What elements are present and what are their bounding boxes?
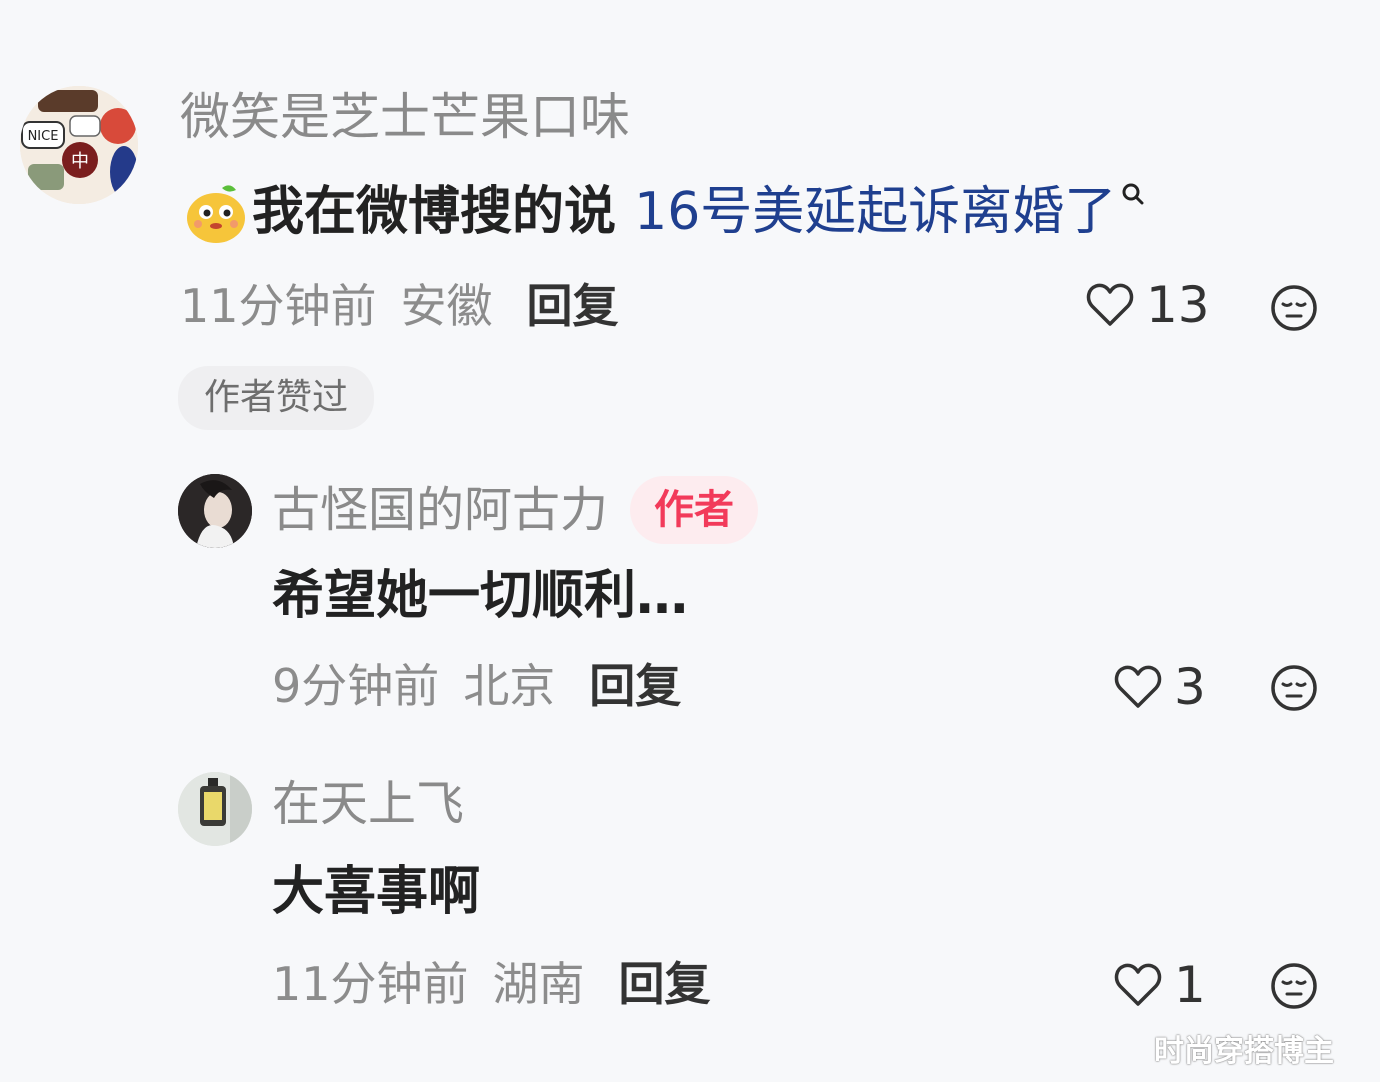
author-liked-badge: 作者赞过 xyxy=(178,366,375,430)
search-keyword-link[interactable]: 16号美延起诉离婚了 xyxy=(634,186,1116,238)
comment-location: 北京 xyxy=(463,659,556,713)
heart-outline-icon xyxy=(1086,283,1134,326)
reply-button[interactable]: 回复 xyxy=(589,663,681,709)
dislike-button[interactable] xyxy=(1270,962,1318,1014)
author-tag: 作者 xyxy=(630,476,759,544)
heart-outline-icon xyxy=(1114,665,1162,708)
avatar-sticker-text: NICE xyxy=(28,129,59,144)
dislike-button[interactable] xyxy=(1270,284,1318,336)
comment-meta: 11分钟前 安徽 回复 xyxy=(180,283,619,329)
comment-content: 我在微博搜的说 16号美延起诉离婚了 xyxy=(186,180,1146,244)
like-button[interactable]: 13 xyxy=(1086,280,1210,330)
comment-meta: 9分钟前 北京 回复 xyxy=(272,663,681,709)
avatar-sticker-text: 中 xyxy=(71,151,89,172)
neutral-face-icon xyxy=(1271,285,1317,331)
like-button[interactable]: 1 xyxy=(1114,960,1206,1010)
lamp-avatar-icon xyxy=(178,772,252,846)
avatar[interactable] xyxy=(178,474,252,548)
comment-time: 11分钟前 xyxy=(180,279,377,333)
like-count: 1 xyxy=(1174,956,1206,1014)
comment-text: 我在微博搜的说 xyxy=(252,182,635,242)
portrait-avatar-icon xyxy=(178,474,252,548)
like-button[interactable]: 3 xyxy=(1114,662,1206,712)
comment-text: 希望她一切顺利… xyxy=(272,566,689,626)
avatar[interactable]: NICE 中 xyxy=(20,86,138,204)
comment-time: 11分钟前 xyxy=(272,957,469,1011)
comment-location: 湖南 xyxy=(492,957,585,1011)
reply-button[interactable]: 回复 xyxy=(527,283,619,329)
avatar[interactable] xyxy=(178,772,252,846)
search-icon[interactable] xyxy=(1120,180,1146,214)
reply-button[interactable]: 回复 xyxy=(619,961,711,1007)
mango-face-emoji-icon xyxy=(187,185,245,243)
comment-meta: 11分钟前 湖南 回复 xyxy=(272,961,711,1007)
comment-text: 大喜事啊 xyxy=(272,862,481,922)
like-count: 3 xyxy=(1174,658,1206,716)
neutral-face-icon xyxy=(1271,963,1317,1009)
neutral-face-icon xyxy=(1271,665,1317,711)
sticker-avatar-icon: NICE 中 xyxy=(20,86,138,204)
watermark: 时尚穿搭博主 xyxy=(1154,1034,1334,1069)
comment-time: 9分钟前 xyxy=(272,659,440,713)
like-count: 13 xyxy=(1146,276,1210,334)
dislike-button[interactable] xyxy=(1270,664,1318,716)
comment-location: 安徽 xyxy=(400,279,493,333)
comment-username[interactable]: 古怪国的阿古力 xyxy=(272,486,608,534)
comment-username[interactable]: 微笑是芝士芒果口味 xyxy=(180,92,630,142)
heart-outline-icon xyxy=(1114,963,1162,1006)
comment-username[interactable]: 在天上飞 xyxy=(272,780,464,828)
reply-header: 古怪国的阿古力 作者 xyxy=(272,476,759,544)
